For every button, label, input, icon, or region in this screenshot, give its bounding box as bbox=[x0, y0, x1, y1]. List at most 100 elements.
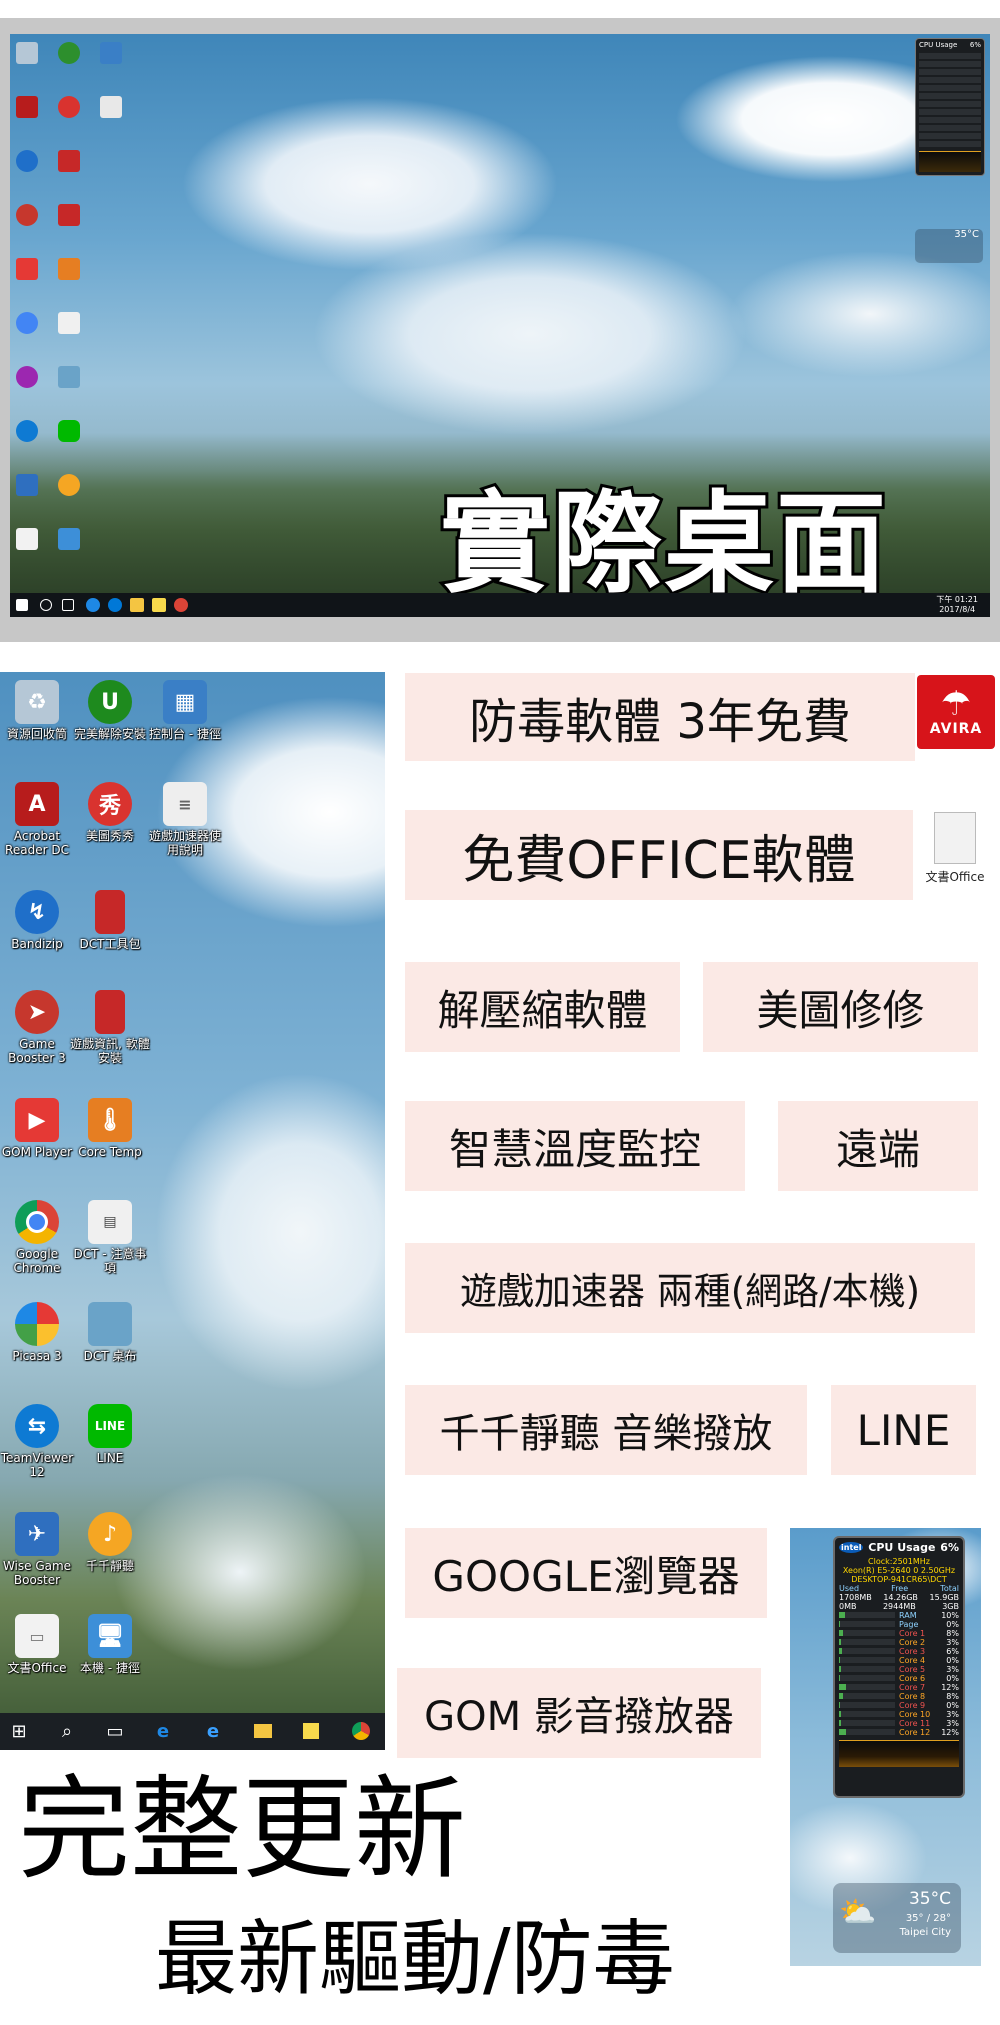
red-folder-icon bbox=[95, 990, 125, 1034]
feature-label: GOOGLE瀏覽器 bbox=[432, 1551, 740, 1601]
game-booster-icon[interactable] bbox=[16, 204, 38, 226]
desktop-icon-this-pc[interactable]: 🖥 本機 - 捷徑 bbox=[70, 1614, 150, 1675]
gom-player-icon[interactable] bbox=[16, 258, 38, 280]
desktop-icon-recycle-bin[interactable]: ♻ 資源回收筒 bbox=[0, 680, 77, 741]
explorer-icon[interactable] bbox=[130, 598, 144, 612]
cpu-title: CPU Usage bbox=[868, 1541, 936, 1554]
cpu-core-bar bbox=[839, 1612, 895, 1618]
taskbar: ⊞ ⌕ ▭ e e bbox=[0, 1713, 385, 1750]
headline-main: 完整更新 bbox=[18, 1765, 466, 1895]
control-panel-icon[interactable] bbox=[100, 42, 122, 64]
chrome-icon[interactable] bbox=[174, 598, 188, 612]
cpu-usage-gadget[interactable]: intel CPU Usage 6% Clock:2501MHz Xeon(R)… bbox=[833, 1536, 965, 1798]
cpu-core-bar bbox=[839, 1657, 895, 1663]
desktop-icon-chrome[interactable]: Google Chrome bbox=[0, 1200, 77, 1275]
line-icon: LINE bbox=[88, 1404, 132, 1448]
avira-logo: ☂ AVIRA bbox=[917, 675, 995, 749]
desktop-icon-uninstaller[interactable]: U 完美解除安裝 bbox=[70, 680, 150, 741]
desktop-icon-label: Core Temp bbox=[78, 1145, 142, 1159]
cpu-core-row: Core 1 8% bbox=[835, 1629, 963, 1638]
teamviewer-icon: ⇆ bbox=[15, 1404, 59, 1448]
desktop-icon-control-panel[interactable]: ▦ 控制台 - 捷徑 bbox=[145, 680, 225, 741]
desktop-icon-label: 資源回收筒 bbox=[6, 727, 67, 741]
cpu-core-value: 3% bbox=[946, 1665, 959, 1674]
desktop-icon-label: Game Booster 3 bbox=[8, 1037, 66, 1065]
feature-unzip: 解壓縮軟體 bbox=[405, 962, 680, 1052]
cpu-core-bar bbox=[839, 1720, 895, 1726]
start-icon[interactable]: ⊞ bbox=[8, 1720, 30, 1742]
task-view-icon[interactable] bbox=[62, 599, 74, 611]
desktop-icon-booster-guide[interactable]: ≡ 遊戲加速器使用說明 bbox=[145, 782, 225, 857]
clock-date: 2017/8/4 bbox=[939, 605, 976, 614]
sticky-notes-icon[interactable] bbox=[300, 1720, 322, 1742]
mem-total: 15.9GB bbox=[929, 1593, 960, 1602]
ie-icon[interactable]: e bbox=[152, 1720, 174, 1742]
thermometer-icon[interactable] bbox=[58, 258, 80, 280]
desktop-icon-dct-notes[interactable]: ▤ DCT - 注意事項 bbox=[70, 1200, 150, 1275]
sticky-notes-icon[interactable] bbox=[152, 598, 166, 612]
line-icon[interactable] bbox=[58, 420, 80, 442]
edge-icon[interactable]: e bbox=[202, 1720, 224, 1742]
uninstaller-icon: U bbox=[88, 680, 132, 724]
feature-gom-player: GOM 影音撥放器 bbox=[397, 1668, 761, 1758]
chrome-icon[interactable] bbox=[16, 312, 38, 334]
picasa-icon[interactable] bbox=[16, 366, 38, 388]
computer-icon[interactable] bbox=[58, 528, 80, 550]
desktop-icon-acrobat[interactable]: A Acrobat Reader DC bbox=[0, 782, 77, 857]
desktop-icon-meitu[interactable]: 秀 美圖秀秀 bbox=[70, 782, 150, 843]
desktop-icon-game-info[interactable]: 遊戲資訊, 軟體安裝 bbox=[70, 990, 150, 1065]
desktop-icon-line[interactable]: LINE LINE bbox=[70, 1404, 150, 1465]
feature-label: LINE bbox=[856, 1405, 951, 1455]
cpu-core-name: Core 11 bbox=[899, 1719, 931, 1728]
system-clock[interactable]: 下午 01:21 2017/8/4 bbox=[936, 595, 978, 615]
desktop-icon-dct-wallpaper[interactable]: DCT 桌布 bbox=[70, 1302, 150, 1363]
desktop-icon-label: 美圖秀秀 bbox=[85, 829, 134, 843]
red-folder-icon[interactable] bbox=[58, 150, 80, 172]
cpu-core-name: Core 8 bbox=[899, 1692, 926, 1701]
desktop-icon-picasa[interactable]: Picasa 3 bbox=[0, 1302, 77, 1363]
office-doc-icon[interactable] bbox=[16, 528, 38, 550]
page-row: 0MB 2944MB 3GB bbox=[835, 1602, 963, 1611]
desktop-icon-ttplayer[interactable]: ♪ 千千靜聽 bbox=[70, 1512, 150, 1573]
red-folder-icon[interactable] bbox=[58, 204, 80, 226]
cpu-core-bar-fill bbox=[839, 1630, 844, 1636]
chrome-icon bbox=[15, 1200, 59, 1244]
recycle-bin-icon[interactable] bbox=[16, 42, 38, 64]
acrobat-icon[interactable] bbox=[16, 96, 38, 118]
desktop-icon-teamviewer[interactable]: ⇆ TeamViewer 12 bbox=[0, 1404, 77, 1479]
search-icon[interactable] bbox=[40, 599, 52, 611]
desktop-icon-wise-booster[interactable]: ✈ Wise Game Booster bbox=[0, 1512, 77, 1587]
desktop-icon-game-booster[interactable]: ➤ Game Booster 3 bbox=[0, 990, 77, 1065]
explorer-icon[interactable] bbox=[252, 1720, 274, 1742]
task-view-icon[interactable]: ▭ bbox=[104, 1720, 126, 1742]
desktop-icon-label: 本機 - 捷徑 bbox=[80, 1661, 140, 1675]
start-icon[interactable] bbox=[16, 599, 28, 611]
cpu-clock: Clock:2501MHz bbox=[868, 1557, 930, 1566]
intel-logo-icon: intel bbox=[839, 1542, 864, 1553]
search-icon[interactable]: ⌕ bbox=[56, 1720, 78, 1742]
desktop-icon-gom-player[interactable]: ▶ GOM Player bbox=[0, 1098, 77, 1159]
chrome-icon[interactable] bbox=[350, 1720, 372, 1742]
uninstaller-icon[interactable] bbox=[58, 42, 80, 64]
meitu-icon[interactable] bbox=[58, 96, 80, 118]
document-icon[interactable] bbox=[100, 96, 122, 118]
edge-icon[interactable] bbox=[108, 598, 122, 612]
cpu-core-bar-fill bbox=[839, 1684, 846, 1690]
cpu-core-row: Core 8 8% bbox=[835, 1692, 963, 1701]
teamviewer-icon[interactable] bbox=[16, 420, 38, 442]
desktop-icon-core-temp[interactable]: 🌡 Core Temp bbox=[70, 1098, 150, 1159]
desktop-icon-dct-tools[interactable]: DCT工具包 bbox=[70, 890, 150, 951]
feature-label: GOM 影音撥放器 bbox=[424, 1694, 734, 1740]
bandizip-icon[interactable] bbox=[16, 150, 38, 172]
ie-icon[interactable] bbox=[86, 598, 100, 612]
cpu-core-value: 3% bbox=[946, 1710, 959, 1719]
weather-gadget[interactable]: ⛅ 35°C 35° / 28° Taipei City bbox=[833, 1883, 961, 1953]
wallpaper-icon[interactable] bbox=[58, 366, 80, 388]
desktop-icon-bandizip[interactable]: ↯ Bandizip bbox=[0, 890, 77, 951]
desktop-icon-office[interactable]: ▭ 文書Office bbox=[0, 1614, 77, 1675]
mini-cpu-graph bbox=[919, 151, 981, 172]
ttplayer-icon[interactable] bbox=[58, 474, 80, 496]
notes-icon[interactable] bbox=[58, 312, 80, 334]
wise-booster-icon[interactable] bbox=[16, 474, 38, 496]
cpu-core-row: Core 10 3% bbox=[835, 1710, 963, 1719]
